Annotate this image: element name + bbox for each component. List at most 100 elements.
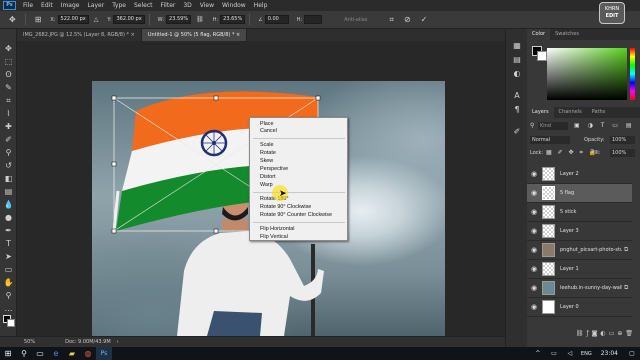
eraser-tool-icon[interactable]: ◧ [3, 173, 14, 184]
menu-image[interactable]: Image [57, 2, 84, 9]
commit-transform-icon[interactable]: ✓ [421, 15, 428, 25]
eye-icon[interactable]: ◉ [530, 303, 538, 311]
layer-row[interactable]: ◉ leehub.in-sunny-day-wall... ⧉ [527, 279, 632, 298]
gradient-tool-icon[interactable]: ▤ [3, 186, 14, 197]
layer-row[interactable]: ◉ 5 flag [527, 184, 632, 203]
windows-start-icon[interactable]: ⊞ [0, 347, 16, 360]
menu-item-scale[interactable]: Scale [260, 142, 274, 149]
lock-icons[interactable]: ▦ ✐ ✥ ⌗ 🔒 [546, 149, 598, 157]
eye-icon[interactable]: ◉ [530, 265, 538, 273]
layer-row[interactable]: ◉ pnghut_picsart-photo-stu... ⧉ [527, 241, 632, 260]
adjustment-layer-icon[interactable]: ◐ [600, 330, 608, 337]
w-field[interactable]: 23.59% [166, 15, 192, 24]
dodge-tool-icon[interactable]: ● [3, 212, 14, 223]
tab-untitled-1[interactable]: Untitled-1 @ 50% (5 flag, RGB/8) * × [141, 29, 248, 41]
layer-row[interactable]: ◉ Layer 3 [527, 222, 632, 241]
menu-window[interactable]: Window [218, 2, 250, 9]
background-color-swatch[interactable] [7, 319, 15, 327]
adjustments-icon[interactable]: ◐ [511, 69, 523, 79]
menu-item-flip-horizontal[interactable]: Flip Horizontal [260, 226, 294, 233]
h-field[interactable]: 23.65% [220, 15, 246, 24]
menu-view[interactable]: View [196, 2, 218, 9]
eye-icon[interactable]: ◉ [530, 227, 538, 235]
eyedropper-tool-icon[interactable]: ⌇ [3, 108, 14, 119]
layer-kind-filter[interactable]: Kind [538, 122, 568, 130]
clone-stamp-tool-icon[interactable]: ⚲ [3, 147, 14, 158]
pen-tool-icon[interactable]: ✒ [3, 225, 14, 236]
tab-swatches[interactable]: Swatches [550, 29, 584, 40]
menu-edit[interactable]: Edit [37, 2, 57, 9]
search-icon[interactable]: ⚲ [16, 347, 32, 360]
hue-slider[interactable] [630, 48, 635, 100]
eye-icon[interactable]: ◉ [530, 246, 538, 254]
angle-field[interactable]: 0.00 [264, 15, 289, 24]
tab-color[interactable]: Color [527, 29, 551, 40]
menu-item-rotate[interactable]: Rotate [260, 150, 276, 157]
layer-row[interactable]: ◉ Layer 2 [527, 165, 632, 184]
link-layers-icon[interactable]: ⛓ [576, 330, 587, 337]
menu-layer[interactable]: Layer [83, 2, 108, 9]
menu-item-cancel[interactable]: Cancel [260, 128, 277, 135]
filter-icons[interactable]: ▣ ◑ T ▭ ▤ [574, 122, 635, 129]
hand-tool-icon[interactable]: ✋ [3, 277, 14, 288]
lasso-tool-icon[interactable]: ʘ [3, 69, 14, 80]
close-icon[interactable]: × [236, 32, 240, 38]
warp-mode-icon[interactable]: ⌗ [389, 15, 394, 25]
history-icon[interactable]: ▦ [511, 41, 523, 51]
brushes-icon[interactable]: ✐ [511, 127, 523, 137]
edge-icon[interactable]: e [48, 347, 64, 360]
trash-icon[interactable]: 🗑 [625, 330, 636, 337]
tab-paths[interactable]: Paths [587, 107, 611, 118]
paragraph-icon[interactable]: ¶ [511, 105, 523, 115]
h-skew-field[interactable] [304, 15, 323, 24]
menu-item-rotate-90-ccw[interactable]: Rotate 90° Counter Clockwise [260, 212, 332, 219]
marquee-tool-icon[interactable]: ⬚ [3, 56, 14, 67]
blur-tool-icon[interactable]: 💧 [3, 199, 14, 210]
clock[interactable]: 23:04 [595, 350, 624, 357]
tab-layers[interactable]: Layers [527, 107, 554, 118]
menu-item-place[interactable]: Place [260, 121, 274, 128]
tray-up-icon[interactable]: ^ [530, 347, 546, 360]
cancel-transform-icon[interactable]: ⊘ [404, 15, 411, 25]
x-field[interactable]: 522.00 px [57, 15, 89, 24]
zoom-level[interactable]: 50% [24, 339, 35, 345]
eye-icon[interactable]: ◉ [530, 170, 538, 178]
background-color-chip[interactable] [537, 51, 547, 61]
blend-mode-select[interactable]: Normal [530, 136, 570, 144]
quick-select-tool-icon[interactable]: ✎ [3, 82, 14, 93]
task-view-icon[interactable]: ▭ [32, 347, 48, 360]
menu-item-perspective[interactable]: Perspective [260, 166, 288, 173]
layer-row[interactable]: ◉ Layer 1 [527, 260, 632, 279]
move-tool-icon[interactable]: ✥ [9, 15, 16, 25]
tab-channels[interactable]: Channels [554, 107, 587, 118]
menu-item-skew[interactable]: Skew [260, 158, 273, 165]
move-tool-icon[interactable]: ✥ [3, 43, 14, 54]
y-field[interactable]: 362.00 px [113, 15, 145, 24]
history-brush-tool-icon[interactable]: ↺ [3, 160, 14, 171]
chrome-icon[interactable]: ◍ [80, 347, 96, 360]
character-icon[interactable]: A [511, 91, 523, 101]
menu-3d[interactable]: 3D [179, 2, 195, 9]
interpolation-label[interactable]: Anti-alias [344, 17, 367, 23]
eye-icon[interactable]: ◉ [530, 284, 538, 292]
menu-file[interactable]: File [19, 2, 37, 9]
opacity-field[interactable]: 100% [610, 136, 635, 144]
menu-select[interactable]: Select [130, 2, 157, 9]
menu-item-flip-vertical[interactable]: Flip Vertical [260, 234, 288, 241]
crop-tool-icon[interactable]: ⌗ [3, 95, 14, 106]
menu-item-warp[interactable]: Warp [260, 182, 273, 189]
tab-img-2682[interactable]: IMG_2682.JPG @ 12.5% (Layer 8, RGB/8) * … [17, 29, 142, 41]
menu-help[interactable]: Help [250, 2, 272, 9]
eye-icon[interactable]: ◉ [530, 208, 538, 216]
fill-field[interactable]: 100% [610, 149, 635, 157]
rectangle-tool-icon[interactable]: ▭ [3, 264, 14, 275]
type-tool-icon[interactable]: T [3, 238, 14, 249]
layer-row[interactable]: ◉ Layer 0 [527, 298, 632, 317]
menu-item-rotate-90-cw[interactable]: Rotate 90° Clockwise [260, 204, 311, 211]
notifications-icon[interactable]: ▢ [624, 347, 640, 360]
photoshop-taskbar-icon[interactable]: Ps [96, 347, 112, 360]
layer-row[interactable]: ◉ 5 stick [527, 203, 632, 222]
reference-point-icon[interactable]: ⊞ [35, 15, 42, 25]
file-explorer-icon[interactable]: ▰ [64, 347, 80, 360]
zoom-tool-icon[interactable]: ⚲ [3, 290, 14, 301]
